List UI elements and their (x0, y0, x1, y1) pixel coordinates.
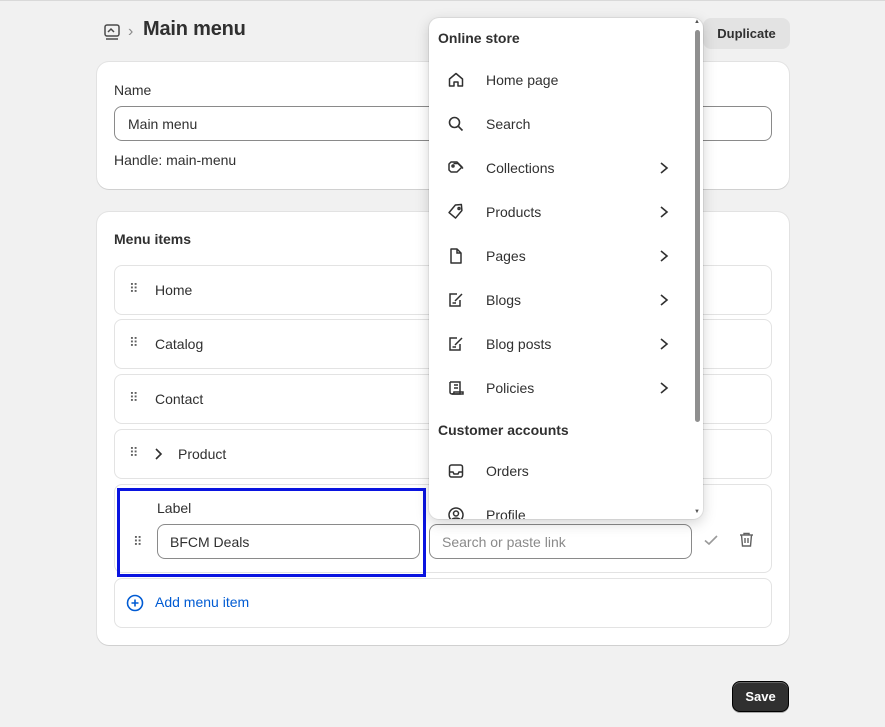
tag-icon (447, 203, 465, 221)
chevron-right-icon (657, 336, 671, 352)
dropdown-item-label: Products (486, 204, 542, 220)
menu-item-label: Catalog (155, 336, 204, 352)
dropdown-item-collections[interactable]: Collections (429, 148, 693, 188)
name-input-value: Main menu (128, 115, 198, 132)
dropdown-item-label: Policies (486, 380, 535, 396)
section-customer-accounts: Customer accounts (438, 422, 569, 438)
name-label: Name (114, 82, 152, 98)
link-search-placeholder: Search or paste link (442, 533, 566, 550)
dropdown-item-label: Collections (486, 160, 555, 176)
orders-icon (447, 462, 465, 480)
home-icon (447, 71, 465, 89)
dropdown-scrollbar-thumb[interactable] (695, 30, 700, 422)
dropdown-item-blogs[interactable]: Blogs (429, 280, 693, 320)
page-title: Main menu (143, 18, 246, 40)
dropdown-item-label: Blogs (486, 292, 522, 308)
dropdown-item-label: Search (486, 116, 531, 132)
handle-text: Handle: main-menu (114, 152, 237, 168)
focus-highlight (117, 488, 426, 577)
drag-handle-icon[interactable]: ⠿ (129, 445, 138, 461)
menu-item-label: Home (155, 282, 193, 298)
trash-icon[interactable] (738, 531, 755, 548)
page-icon (447, 247, 465, 265)
dropdown-item-profile[interactable]: Profile (429, 495, 693, 519)
dropdown-item-blog-posts[interactable]: Blog posts (429, 324, 693, 364)
dropdown-item-home-page[interactable]: Home page (429, 60, 693, 100)
dropdown-item-label: Home page (486, 72, 559, 88)
dropdown-item-products[interactable]: Products (429, 192, 693, 232)
add-circle-icon[interactable] (126, 594, 144, 612)
dropdown-item-orders[interactable]: Orders (429, 451, 693, 491)
menu-items-title: Menu items (114, 231, 192, 247)
chevron-right-icon (657, 160, 671, 176)
breadcrumb-separator: › (128, 23, 134, 40)
profile-icon (447, 506, 465, 519)
dropdown-item-pages[interactable]: Pages (429, 236, 693, 276)
dropdown-item-label: Orders (486, 463, 529, 479)
blog-post-icon (447, 335, 465, 353)
drag-handle-icon[interactable]: ⠿ (129, 390, 138, 406)
drag-handle-icon[interactable]: ⠿ (129, 281, 138, 297)
add-menu-item-button[interactable]: Add menu item (155, 594, 249, 610)
chevron-right-icon[interactable] (153, 447, 163, 466)
link-picker-dropdown: Online store Home page Search Collection… (429, 18, 703, 519)
menu-item-label: Contact (155, 391, 204, 407)
duplicate-button[interactable]: Duplicate (703, 18, 790, 49)
search-icon (447, 115, 465, 133)
scroll-up-arrow-icon[interactable]: ▲ (694, 19, 700, 25)
menu-icon[interactable] (103, 23, 121, 41)
policy-icon (447, 379, 465, 397)
check-icon[interactable] (703, 532, 719, 548)
dropdown-item-label: Blog posts (486, 336, 552, 352)
save-button[interactable]: Save (732, 681, 789, 712)
section-online-store: Online store (438, 30, 520, 46)
collections-icon (447, 159, 465, 177)
dropdown-item-label: Profile (486, 507, 526, 519)
menu-item-label: Product (178, 446, 227, 462)
dropdown-item-policies[interactable]: Policies (429, 368, 693, 408)
scroll-down-arrow-icon[interactable]: ▼ (694, 509, 700, 515)
drag-handle-icon[interactable]: ⠿ (129, 335, 138, 351)
chevron-right-icon (657, 292, 671, 308)
chevron-right-icon (657, 248, 671, 264)
blog-icon (447, 291, 465, 309)
dropdown-item-label: Pages (486, 248, 526, 264)
chevron-right-icon (657, 204, 671, 220)
dropdown-item-search[interactable]: Search (429, 104, 693, 144)
chevron-right-icon (657, 380, 671, 396)
link-search-input[interactable]: Search or paste link (429, 524, 692, 559)
